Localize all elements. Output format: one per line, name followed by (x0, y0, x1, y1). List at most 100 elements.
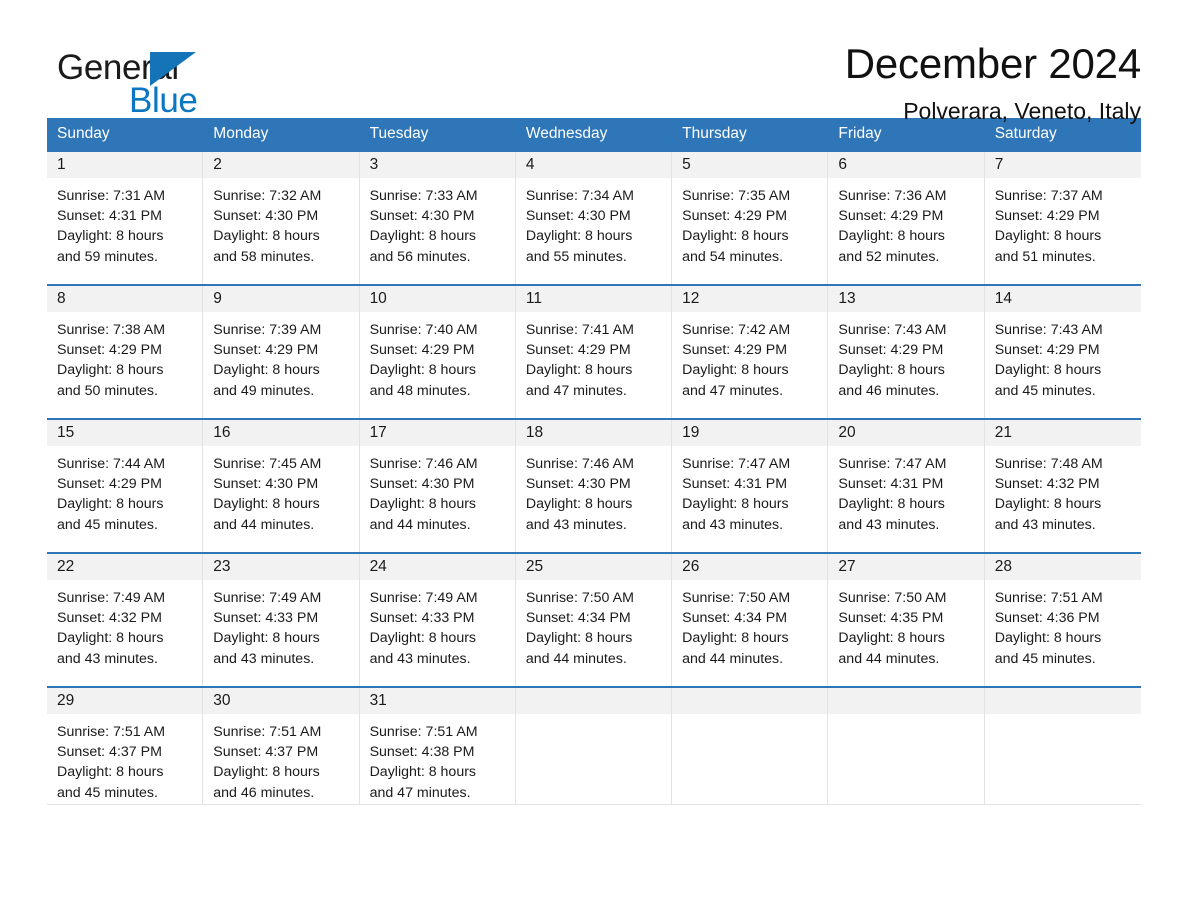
day-number-band: 13 (828, 286, 984, 312)
day-number-band: 26 (672, 554, 828, 580)
sunrise-line: Sunrise: 7:50 AM (525, 590, 634, 606)
sunset-line: Sunset: 4:29 PM (57, 476, 162, 493)
day-cell-empty (984, 688, 1141, 804)
day-number: 10 (369, 290, 387, 307)
weekday-header-row: Sunday Monday Tuesday Wednesday Thursday… (47, 118, 1141, 150)
sunset-line: Sunset: 4:35 PM (838, 610, 944, 627)
day-number: 22 (57, 558, 75, 575)
daylight-line-2: and 50 minutes. (57, 382, 158, 399)
day-number: 29 (57, 692, 75, 709)
sunset-line: Sunset: 4:29 PM (994, 342, 1100, 359)
day-number-band: 11 (515, 286, 672, 312)
page-title: December 2024 (844, 40, 1141, 87)
sunset-line: Sunset: 4:29 PM (994, 208, 1100, 225)
day-cell[interactable]: 28 Sunrise: 7:51 AM Sunset: 4:36 PM Dayl… (984, 554, 1141, 686)
day-number-band: 28 (984, 554, 1141, 580)
day-number-band: 15 (47, 420, 203, 446)
day-cell[interactable]: 13 Sunrise: 7:43 AM Sunset: 4:29 PM Dayl… (828, 286, 985, 418)
daylight-line-1: Daylight: 8 hours (682, 362, 789, 379)
day-cell[interactable]: 29 Sunrise: 7:51 AM Sunset: 4:37 PM Dayl… (47, 688, 204, 804)
day-cell[interactable]: 14 Sunrise: 7:43 AM Sunset: 4:29 PM Dayl… (984, 286, 1141, 418)
day-number-band: 8 (47, 286, 203, 312)
day-number-band (515, 688, 672, 714)
day-number-band: 3 (359, 152, 515, 178)
day-number-band: 1 (47, 152, 203, 178)
day-number-band: 4 (515, 152, 672, 178)
day-cell[interactable]: 27 Sunrise: 7:50 AM Sunset: 4:35 PM Dayl… (828, 554, 985, 686)
sunset-line: Sunset: 4:29 PM (838, 342, 944, 359)
sunset-line: Sunset: 4:30 PM (369, 208, 475, 225)
day-cell[interactable]: 31 Sunrise: 7:51 AM Sunset: 4:38 PM Dayl… (359, 688, 516, 804)
day-details: Sunrise: 7:49 AM Sunset: 4:33 PM Dayligh… (203, 580, 358, 669)
calendar-week-row: 1 Sunrise: 7:31 AM Sunset: 4:31 PM Dayli… (47, 150, 1141, 284)
day-cell[interactable]: 22 Sunrise: 7:49 AM Sunset: 4:32 PM Dayl… (47, 554, 204, 686)
day-cell-empty (828, 688, 985, 804)
sunset-line: Sunset: 4:30 PM (213, 476, 319, 493)
sunrise-line: Sunrise: 7:43 AM (838, 322, 947, 338)
daylight-line-2: and 44 minutes. (682, 650, 784, 667)
day-cell[interactable]: 26 Sunrise: 7:50 AM Sunset: 4:34 PM Dayl… (672, 554, 829, 686)
day-cell[interactable]: 10 Sunrise: 7:40 AM Sunset: 4:29 PM Dayl… (359, 286, 516, 418)
day-number: 19 (682, 424, 700, 441)
daylight-line-2: and 43 minutes. (994, 516, 1096, 533)
day-cell-empty (672, 688, 829, 804)
sunrise-line: Sunrise: 7:31 AM (57, 188, 166, 204)
day-cell[interactable]: 24 Sunrise: 7:49 AM Sunset: 4:33 PM Dayl… (359, 554, 516, 686)
day-cell[interactable]: 5 Sunrise: 7:35 AM Sunset: 4:29 PM Dayli… (672, 152, 829, 284)
sunset-line: Sunset: 4:31 PM (57, 208, 162, 225)
day-details: Sunrise: 7:32 AM Sunset: 4:30 PM Dayligh… (203, 178, 358, 267)
day-number: 23 (213, 558, 231, 575)
day-details: Sunrise: 7:46 AM Sunset: 4:30 PM Dayligh… (360, 446, 515, 535)
daylight-line-1: Daylight: 8 hours (369, 228, 477, 245)
day-cell[interactable]: 23 Sunrise: 7:49 AM Sunset: 4:33 PM Dayl… (203, 554, 360, 686)
day-details: Sunrise: 7:39 AM Sunset: 4:29 PM Dayligh… (203, 312, 358, 401)
sunset-line: Sunset: 4:32 PM (57, 610, 162, 627)
day-number-band: 27 (828, 554, 984, 580)
day-cell[interactable]: 8 Sunrise: 7:38 AM Sunset: 4:29 PM Dayli… (47, 286, 204, 418)
day-cell[interactable]: 11 Sunrise: 7:41 AM Sunset: 4:29 PM Dayl… (515, 286, 673, 418)
day-cell[interactable]: 18 Sunrise: 7:46 AM Sunset: 4:30 PM Dayl… (515, 420, 673, 552)
sunset-line: Sunset: 4:37 PM (57, 744, 162, 761)
daylight-line-1: Daylight: 8 hours (213, 228, 320, 245)
day-cell[interactable]: 20 Sunrise: 7:47 AM Sunset: 4:31 PM Dayl… (828, 420, 985, 552)
sunset-line: Sunset: 4:29 PM (682, 342, 788, 359)
day-details: Sunrise: 7:36 AM Sunset: 4:29 PM Dayligh… (828, 178, 983, 267)
day-number-band: 17 (359, 420, 515, 446)
day-cell[interactable]: 25 Sunrise: 7:50 AM Sunset: 4:34 PM Dayl… (515, 554, 673, 686)
day-cell[interactable]: 7 Sunrise: 7:37 AM Sunset: 4:29 PM Dayli… (984, 152, 1141, 284)
day-cell[interactable]: 21 Sunrise: 7:48 AM Sunset: 4:32 PM Dayl… (984, 420, 1141, 552)
day-number: 16 (213, 424, 231, 441)
sunset-line: Sunset: 4:29 PM (525, 342, 631, 359)
day-cell[interactable]: 6 Sunrise: 7:36 AM Sunset: 4:29 PM Dayli… (828, 152, 985, 284)
day-details: Sunrise: 7:41 AM Sunset: 4:29 PM Dayligh… (516, 312, 671, 401)
day-cell[interactable]: 17 Sunrise: 7:46 AM Sunset: 4:30 PM Dayl… (359, 420, 516, 552)
daylight-line-2: and 52 minutes. (838, 248, 940, 265)
day-cell[interactable]: 4 Sunrise: 7:34 AM Sunset: 4:30 PM Dayli… (515, 152, 673, 284)
day-number-band (984, 688, 1141, 714)
daylight-line-2: and 46 minutes. (838, 382, 940, 399)
sunrise-line: Sunrise: 7:49 AM (213, 590, 322, 606)
day-cell[interactable]: 16 Sunrise: 7:45 AM Sunset: 4:30 PM Dayl… (203, 420, 360, 552)
daylight-line-2: and 47 minutes. (682, 382, 784, 399)
day-number: 27 (838, 558, 856, 575)
day-cell[interactable]: 15 Sunrise: 7:44 AM Sunset: 4:29 PM Dayl… (47, 420, 204, 552)
day-cell[interactable]: 2 Sunrise: 7:32 AM Sunset: 4:30 PM Dayli… (203, 152, 360, 284)
day-number: 7 (994, 156, 1004, 173)
day-cell[interactable]: 19 Sunrise: 7:47 AM Sunset: 4:31 PM Dayl… (672, 420, 829, 552)
day-cell[interactable]: 3 Sunrise: 7:33 AM Sunset: 4:30 PM Dayli… (359, 152, 516, 284)
daylight-line-2: and 47 minutes. (525, 382, 627, 399)
daylight-line-1: Daylight: 8 hours (525, 228, 633, 245)
day-cell[interactable]: 30 Sunrise: 7:51 AM Sunset: 4:37 PM Dayl… (203, 688, 360, 804)
day-cell[interactable]: 12 Sunrise: 7:42 AM Sunset: 4:29 PM Dayl… (672, 286, 829, 418)
sunset-line: Sunset: 4:29 PM (57, 342, 162, 359)
daylight-line-1: Daylight: 8 hours (994, 630, 1102, 647)
day-number-band: 5 (672, 152, 828, 178)
sunset-line: Sunset: 4:37 PM (213, 744, 319, 761)
day-cell[interactable]: 1 Sunrise: 7:31 AM Sunset: 4:31 PM Dayli… (47, 152, 204, 284)
day-cell[interactable]: 9 Sunrise: 7:39 AM Sunset: 4:29 PM Dayli… (203, 286, 360, 418)
calendar-page: General Blue December 2024 Polverara, Ve… (0, 0, 1188, 918)
daylight-line-1: Daylight: 8 hours (682, 630, 789, 647)
day-details: Sunrise: 7:38 AM Sunset: 4:29 PM Dayligh… (47, 312, 202, 401)
sunrise-line: Sunrise: 7:51 AM (994, 590, 1103, 606)
day-details: Sunrise: 7:48 AM Sunset: 4:32 PM Dayligh… (985, 446, 1141, 535)
